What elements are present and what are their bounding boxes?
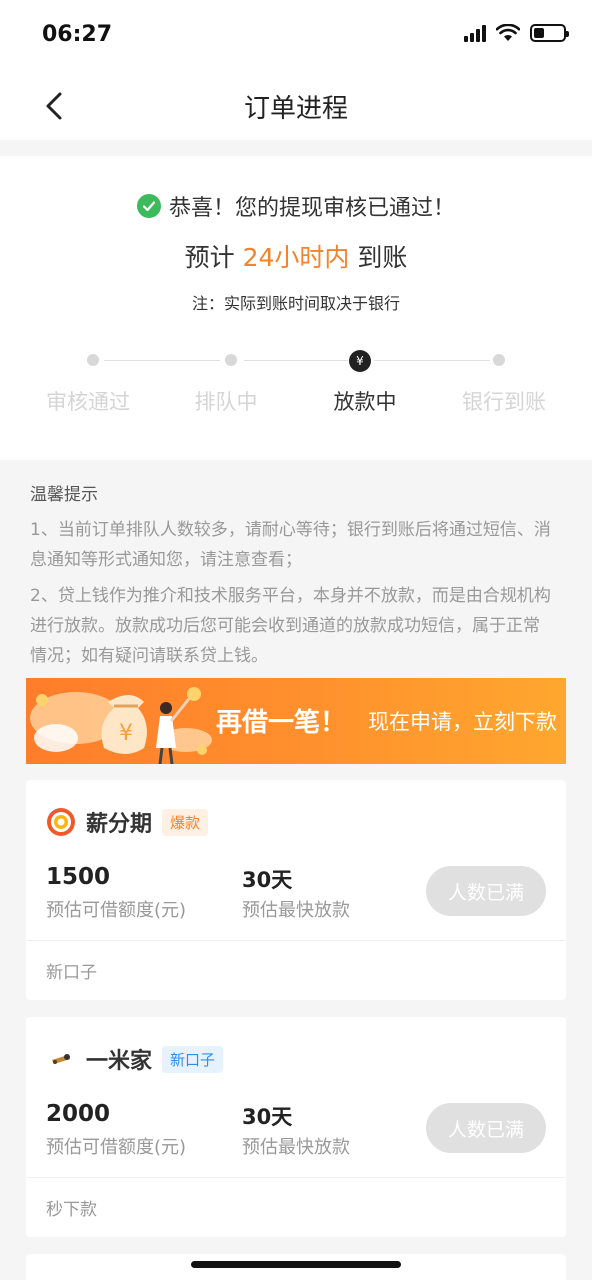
product-amount: 2000 — [46, 1101, 111, 1127]
step-dot-1 — [87, 354, 99, 366]
status-icons — [464, 24, 569, 42]
tips-title: 温馨提示 — [30, 485, 98, 505]
product-days-label: 预估最快放款 — [242, 900, 350, 921]
order-status-card: 恭喜！您的提现审核已通过！ 预计 24小时内 到账 注：实际到账时间取决于银行 … — [0, 156, 592, 460]
full-capacity-button[interactable]: 人数已满 — [426, 866, 546, 916]
step-label-disbursing: 放款中 — [333, 390, 397, 414]
banner-yen-symbol: ¥ — [119, 721, 133, 746]
divider — [26, 1177, 566, 1178]
status-bar: 06:27 — [0, 0, 592, 70]
loan-product-card[interactable]: 薪分期 爆款 1500 预估可借额度(元) 30天 预估最快放款 人数已满 新口… — [26, 780, 566, 1000]
wifi-icon — [496, 24, 520, 41]
step-connector — [104, 360, 220, 361]
divider — [26, 940, 566, 941]
approval-text: 恭喜！您的提现审核已通过！ — [168, 196, 455, 221]
product-name: 薪分期 — [86, 812, 153, 837]
eta-highlight: 24小时内 — [242, 243, 350, 272]
product-header: 一米家 新口子 — [46, 1043, 224, 1075]
product-days-label: 预估最快放款 — [242, 1137, 350, 1158]
product-tag: 爆款 — [162, 808, 209, 836]
step-label-review-passed: 审核通过 — [46, 390, 130, 414]
eta-suffix: 到账 — [357, 243, 408, 272]
money-bag-illustration: ¥ — [30, 687, 212, 764]
bank-note: 注：实际到账时间取决于银行 — [191, 294, 400, 313]
check-circle-icon — [136, 194, 161, 218]
battery-icon — [530, 24, 569, 42]
tip-item: 1、当前订单排队人数较多，请耐心等待；银行到账后将通过短信、消息通知等形式通知您… — [30, 520, 551, 570]
progress-steps: ¥ 审核通过 排队中 放款中 银行到账 — [0, 346, 592, 426]
product-days: 30天 — [242, 1105, 293, 1129]
product-amount-label: 预估可借额度(元) — [46, 900, 187, 921]
tip-item: 2、贷上钱作为推介和技术服务平台，本身并不放款，而是由合规机构进行放款。放款成功… — [30, 586, 551, 666]
yimijia-logo-icon — [52, 1054, 70, 1064]
product-footer: 秒下款 — [46, 1200, 97, 1220]
nav-bar: 订单进程 — [0, 70, 592, 140]
product-header: 薪分期 爆款 — [46, 806, 209, 838]
product-amount-label: 预估可借额度(元) — [46, 1137, 187, 1158]
eta-prefix: 预计 — [184, 243, 235, 272]
step-label-bank-arrival: 银行到账 — [462, 390, 546, 414]
product-tag: 新口子 — [162, 1045, 224, 1073]
product-footer: 新口子 — [46, 963, 97, 983]
banner-title: 再借一笔！ — [216, 708, 347, 738]
tips-section: 温馨提示 1、当前订单排队人数较多，请耐心等待；银行到账后将通过短信、消息通知等… — [30, 480, 554, 677]
step-connector — [374, 360, 490, 361]
status-time: 06:27 — [42, 22, 113, 47]
product-name: 一米家 — [86, 1049, 153, 1074]
loan-product-card[interactable]: 一米家 新口子 2000 预估可借额度(元) 30天 预估最快放款 人数已满 秒… — [26, 1017, 566, 1237]
step-connector — [244, 360, 348, 361]
step-label-queuing: 排队中 — [194, 390, 258, 414]
full-capacity-button[interactable]: 人数已满 — [426, 1103, 546, 1153]
xinfenqi-logo-icon — [47, 808, 75, 836]
step-dot-4 — [493, 354, 505, 366]
eta-text: 预计 24小时内 到账 — [0, 238, 592, 274]
borrow-again-banner[interactable]: ¥ 再借一笔！ 现在申请，立刻下款 — [26, 678, 566, 764]
cellular-signal-icon — [464, 24, 486, 42]
step-dot-2 — [225, 354, 237, 366]
page-title: 订单进程 — [243, 94, 348, 124]
approval-message: 恭喜！您的提现审核已通过！ — [0, 190, 592, 222]
banner-subtitle: 现在申请，立刻下款 — [368, 710, 557, 734]
product-days: 30天 — [242, 868, 293, 892]
yen-step-icon: ¥ — [349, 350, 371, 372]
product-amount: 1500 — [46, 864, 111, 890]
home-indicator[interactable] — [191, 1261, 401, 1268]
